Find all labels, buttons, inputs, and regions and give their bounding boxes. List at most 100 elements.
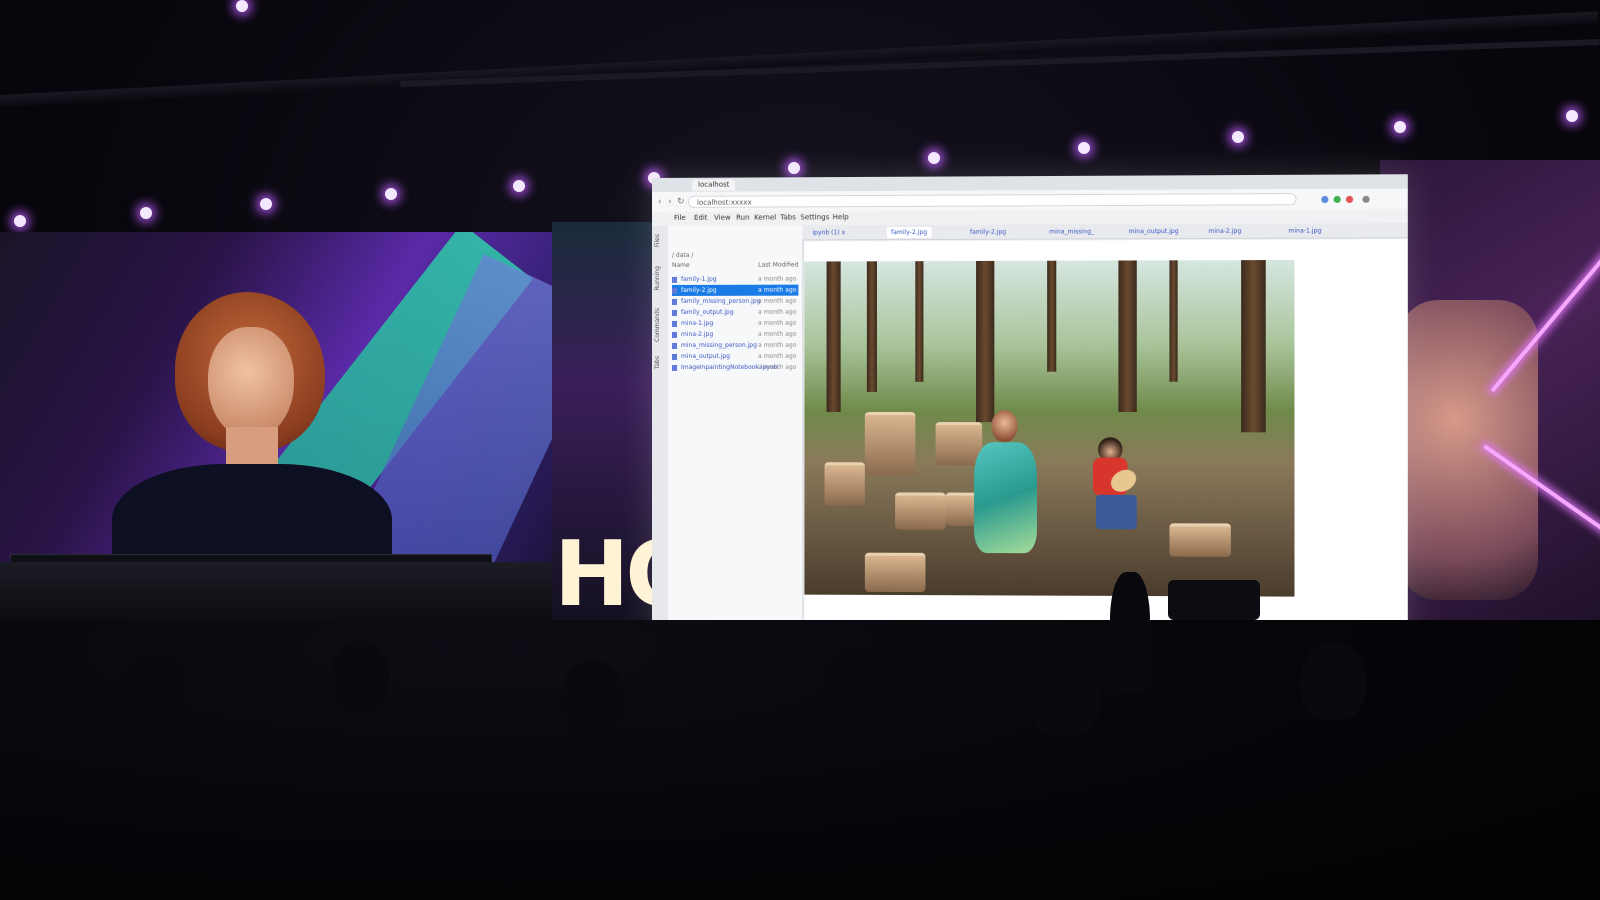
log-stump xyxy=(936,422,983,465)
camera-operator xyxy=(1110,572,1150,692)
presenter-face xyxy=(208,327,294,439)
image-viewer xyxy=(804,239,1407,639)
file-row[interactable]: ImageInpaintingNotebook.ipynb a month ago xyxy=(672,362,798,373)
image-file-icon xyxy=(672,353,677,359)
stage-light xyxy=(788,162,800,174)
stage-light xyxy=(140,207,152,219)
menu-settings[interactable]: Settings xyxy=(800,213,829,221)
log-stump xyxy=(895,492,946,529)
file-row[interactable]: mina-1.jpg a month ago xyxy=(672,318,798,329)
editor-tabbar: ipynb (1) x family-2.jpg family-2.jpg mina_… xyxy=(802,223,1407,240)
menu-kernel[interactable]: Kernel xyxy=(754,213,776,221)
file-row[interactable]: mina-2.jpg a month ago xyxy=(672,329,798,340)
projected-editor-screen: localhost ‹ › ↻ localhost:xxxxx File Edi… xyxy=(652,174,1408,640)
file-modified: a month ago xyxy=(758,329,796,340)
rail-tab-files[interactable]: Files xyxy=(654,234,661,247)
graphic-text: HO xyxy=(554,522,654,627)
rail-tab-commands[interactable]: Commands xyxy=(654,308,661,342)
stage-light xyxy=(1394,121,1406,133)
stage-light xyxy=(14,215,26,227)
stage-light xyxy=(513,180,525,192)
extension-icon[interactable] xyxy=(1346,196,1353,203)
url-field[interactable]: localhost:xxxxx xyxy=(688,193,1297,208)
profile-icon[interactable] xyxy=(1362,196,1369,203)
column-name-header[interactable]: Name xyxy=(672,262,690,269)
rail-tab-running[interactable]: Running xyxy=(654,266,661,291)
audience-head xyxy=(120,650,190,730)
robot-graphic xyxy=(1398,300,1538,600)
file-row[interactable]: family-2.jpg a month ago xyxy=(672,285,798,296)
file-modified: a month ago xyxy=(758,362,796,373)
podium xyxy=(0,562,552,628)
middle-graphic-panel: HO xyxy=(552,222,654,628)
menu-tabs[interactable]: Tabs xyxy=(780,213,796,221)
video-camera xyxy=(1168,580,1260,620)
image-file-icon xyxy=(672,287,677,293)
tree-trunk xyxy=(1118,260,1136,412)
file-name: family_output.jpg xyxy=(681,309,734,316)
image-file-icon xyxy=(672,298,677,304)
stage-light xyxy=(260,198,272,210)
reload-icon[interactable]: ↻ xyxy=(677,197,685,207)
menu-edit[interactable]: Edit xyxy=(694,214,708,222)
stage-light xyxy=(1078,142,1090,154)
image-file-icon xyxy=(672,331,677,337)
editor-tab[interactable]: family-2.jpg xyxy=(966,227,1010,238)
rail-tab-tabs[interactable]: Tabs xyxy=(654,356,661,369)
log-stump xyxy=(825,462,865,505)
stage-light xyxy=(928,152,940,164)
menu-file[interactable]: File xyxy=(674,214,686,222)
file-modified: a month ago xyxy=(758,274,796,285)
editor-tab[interactable]: mina-2.jpg xyxy=(1204,226,1245,237)
back-icon[interactable]: ‹ xyxy=(658,197,662,207)
tree-trunk xyxy=(915,261,923,382)
image-file-icon xyxy=(672,276,677,282)
file-path[interactable]: / data / xyxy=(672,252,693,259)
menu-help[interactable]: Help xyxy=(833,213,849,221)
forward-icon[interactable]: › xyxy=(668,197,672,207)
file-name: mina-1.jpg xyxy=(681,320,713,327)
menu-view[interactable]: View xyxy=(714,214,731,222)
tree-trunk xyxy=(1169,260,1177,381)
editor-tab[interactable]: ipynb (1) x xyxy=(808,227,849,238)
editor-tab[interactable]: family-2.jpg xyxy=(887,227,931,238)
file-row[interactable]: mina_missing_person.jpg a month ago xyxy=(672,340,798,351)
file-modified: a month ago xyxy=(758,296,796,307)
file-name: mina_output.jpg xyxy=(681,353,730,360)
file-name: family_missing_person.jpg xyxy=(681,298,761,305)
file-modified: a month ago xyxy=(758,340,796,351)
file-modified: a month ago xyxy=(758,307,796,318)
file-browser: / data / Name Last Modified family-1.jpg… xyxy=(668,225,803,636)
menu-run[interactable]: Run xyxy=(736,214,749,222)
image-file-icon xyxy=(672,364,677,370)
audience-head xyxy=(330,640,390,714)
stage-light xyxy=(385,188,397,200)
file-row[interactable]: family_missing_person.jpg a month ago xyxy=(672,296,798,307)
tree-trunk xyxy=(1241,260,1266,432)
log-stump xyxy=(865,553,926,592)
log-stump xyxy=(865,412,915,475)
editor-tab[interactable]: mina_output.jpg xyxy=(1125,226,1183,237)
extension-icon[interactable] xyxy=(1334,196,1341,203)
column-modified-header[interactable]: Last Modified xyxy=(758,262,798,269)
file-modified: a month ago xyxy=(758,351,796,362)
audience xyxy=(0,620,1600,900)
file-row[interactable]: family-1.jpg a month ago xyxy=(672,274,798,285)
editor-tab[interactable]: mina_missing_ xyxy=(1045,226,1098,237)
browser-tab[interactable]: localhost xyxy=(692,180,736,191)
family-photo xyxy=(804,260,1294,597)
file-name: mina_missing_person.jpg xyxy=(681,342,757,349)
audience-head xyxy=(1300,642,1366,720)
image-file-icon xyxy=(672,309,677,315)
file-row[interactable]: family_output.jpg a month ago xyxy=(672,307,798,318)
log-stump xyxy=(1169,523,1230,557)
tree-trunk xyxy=(867,261,877,392)
audience-head xyxy=(1030,655,1100,737)
ceiling-truss xyxy=(0,11,1598,107)
child-legs xyxy=(1096,495,1137,529)
file-modified: a month ago xyxy=(758,318,796,329)
editor-tab[interactable]: mina-1.jpg xyxy=(1284,225,1325,236)
extension-icon[interactable] xyxy=(1321,196,1328,203)
file-row[interactable]: mina_output.jpg a month ago xyxy=(672,351,798,362)
tree-trunk xyxy=(976,261,994,422)
